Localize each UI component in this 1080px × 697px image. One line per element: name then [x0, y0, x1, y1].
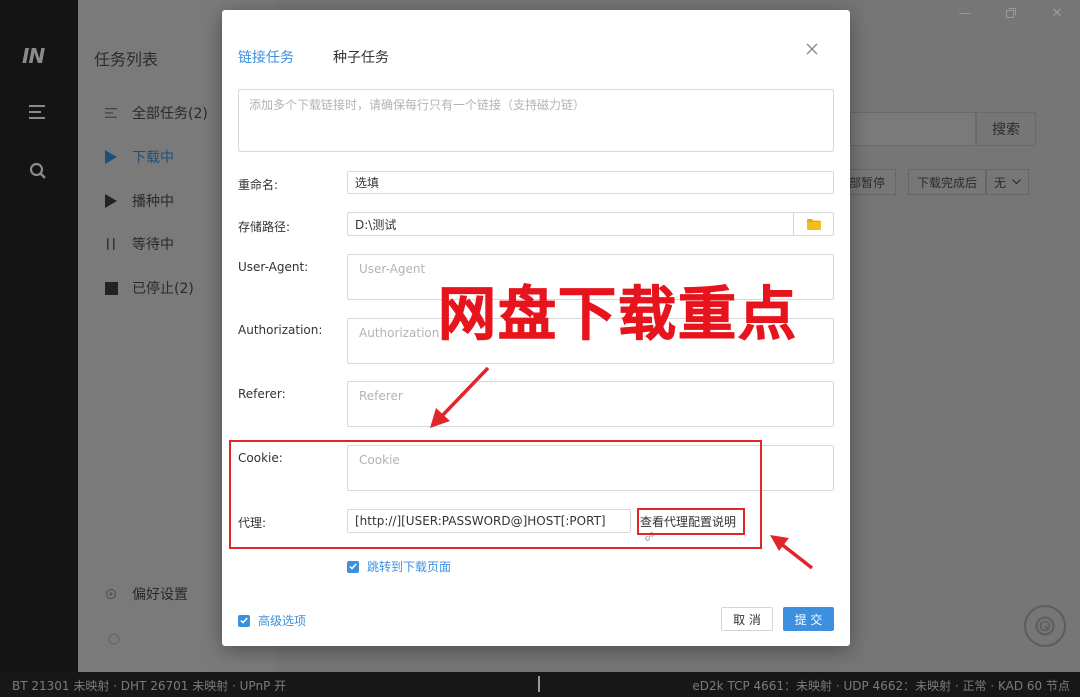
sidebar-item-label: 等待中	[132, 237, 174, 253]
browse-folder-button[interactable]	[793, 212, 834, 236]
tab-link-task[interactable]: 链接任务	[238, 47, 294, 67]
advanced-options-checkbox[interactable]: 高级选项	[238, 612, 306, 629]
tab-torrent-task[interactable]: 种子任务	[333, 47, 389, 67]
sidebar-item-label: 全部任务(2)	[132, 106, 208, 122]
jump-to-download-checkbox[interactable]: 跳转到下载页面	[347, 558, 451, 575]
play-icon	[104, 150, 118, 164]
sidebar-title: 任务列表	[94, 50, 159, 69]
sidebar-item-stopped[interactable]: 已停止(2)	[104, 276, 194, 300]
after-complete-value: 无	[993, 175, 1006, 190]
save-path-label: 存储路径:	[238, 220, 291, 234]
submit-button[interactable]: 提 交	[783, 607, 834, 631]
chevron-down-icon	[1012, 179, 1021, 185]
icon-rail: IN	[0, 0, 78, 672]
list-icon	[104, 106, 118, 120]
sidebar-item-label: 偏好设置	[132, 587, 188, 603]
speedometer-icon	[1035, 616, 1055, 636]
referer-label: Referer:	[238, 387, 286, 401]
pause-icon	[104, 237, 118, 251]
save-path-value: D:\测试	[355, 217, 397, 232]
sidebar-item-downloading[interactable]: 下载中	[104, 145, 174, 169]
ed2k-status: eD2k TCP 4661：未映射 · UDP 4662：未映射 · 正常 · …	[692, 679, 1070, 693]
speedometer-button[interactable]	[1024, 605, 1066, 647]
checkbox-checked-icon	[347, 560, 359, 573]
menu-icon[interactable]	[29, 104, 47, 120]
jump-to-download-label: 跳转到下载页面	[367, 560, 452, 574]
rename-label: 重命名:	[238, 178, 279, 192]
links-textarea[interactable]: 添加多个下载链接时，请确保每行只有一个链接（支持磁力链）	[238, 89, 834, 152]
after-complete-select[interactable]: 无	[986, 169, 1029, 195]
minimize-icon[interactable]: —	[942, 0, 988, 26]
checkbox-checked-icon	[238, 614, 250, 627]
status-divider	[538, 676, 540, 692]
referer-input[interactable]: Referer	[347, 381, 834, 427]
maximize-icon[interactable]	[988, 0, 1034, 26]
search-icon[interactable]	[29, 162, 47, 180]
app-logo: IN	[22, 44, 45, 68]
status-bar: BT 21301 未映射 · DHT 26701 未映射 · UPnP 开 eD…	[0, 672, 1080, 697]
bt-status: BT 21301 未映射 · DHT 26701 未映射 · UPnP 开	[12, 679, 287, 693]
search-button[interactable]: 搜索	[976, 112, 1036, 146]
rename-input[interactable]: 选填	[347, 171, 834, 194]
sidebar-item-label: 已停止(2)	[132, 281, 194, 297]
gear-icon	[104, 587, 118, 601]
user-agent-label: User-Agent:	[238, 260, 309, 274]
folder-icon	[807, 218, 821, 230]
annotation-link-box	[637, 508, 745, 535]
sidebar-item-seeding[interactable]: 播种中	[104, 189, 174, 213]
info-icon[interactable]	[108, 630, 120, 649]
sidebar-item-label: 下载中	[132, 150, 174, 166]
close-icon[interactable]	[804, 41, 820, 57]
sidebar-item-waiting[interactable]: 等待中	[104, 232, 174, 256]
window-controls: — ✕	[942, 0, 1080, 26]
authorization-label: Authorization:	[238, 323, 323, 337]
sidebar-item-settings[interactable]: 偏好设置	[104, 582, 188, 606]
after-complete-label: 下载完成后	[908, 169, 986, 195]
task-search-input[interactable]	[850, 112, 976, 146]
stop-icon	[104, 281, 118, 295]
cancel-button[interactable]: 取 消	[721, 607, 773, 631]
save-path-input[interactable]: D:\测试	[347, 212, 834, 236]
advanced-options-label: 高级选项	[258, 614, 307, 628]
annotation-headline: 网盘下载重点	[437, 280, 799, 348]
sidebar-item-all[interactable]: 全部任务(2)	[104, 101, 208, 125]
sidebar-item-label: 播种中	[132, 194, 174, 210]
close-window-icon[interactable]: ✕	[1034, 0, 1080, 26]
play-icon	[104, 194, 118, 208]
